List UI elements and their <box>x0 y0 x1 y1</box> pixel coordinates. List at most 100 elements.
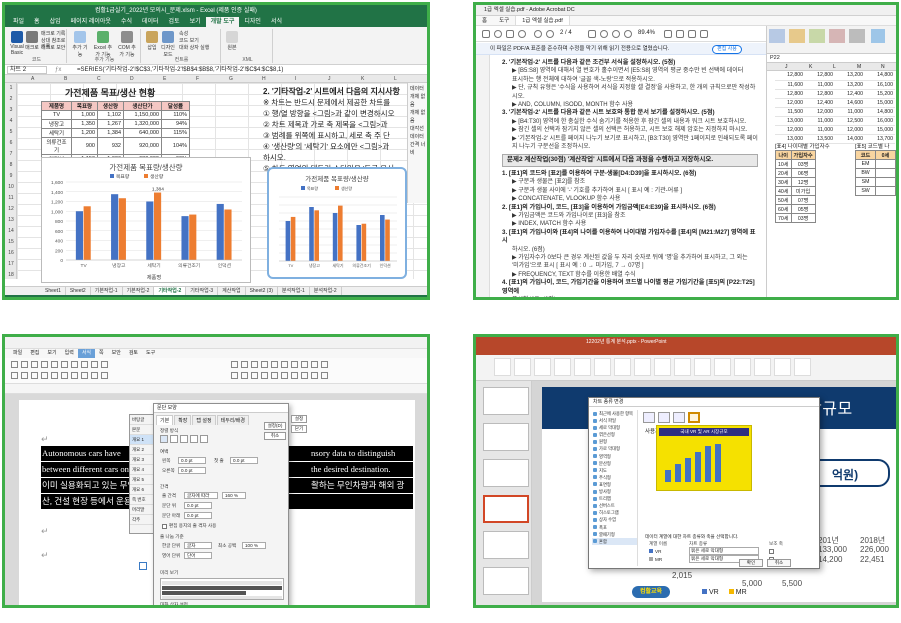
cell-style-icon[interactable] <box>789 29 805 43</box>
table-cell[interactable]: 30세 <box>775 177 792 187</box>
ok-button[interactable]: 확인 <box>739 559 763 567</box>
toolbar-icon[interactable] <box>21 361 28 368</box>
toolbar-icon[interactable] <box>281 372 288 379</box>
table-cell[interactable]: 15,000 <box>865 125 895 135</box>
column-header[interactable]: L <box>394 75 397 83</box>
toolbar-icon[interactable] <box>81 372 88 379</box>
chart-type-item[interactable]: 표면형 <box>592 481 637 488</box>
dialog-tab[interactable]: 확장 <box>174 415 192 425</box>
table-cell[interactable] <box>875 177 896 187</box>
chart-style-thumb[interactable] <box>674 358 691 376</box>
page-indicator[interactable]: 2 / 4 <box>560 30 572 36</box>
toolbar-icon[interactable] <box>11 361 18 368</box>
table-cell[interactable]: 12명 <box>790 177 816 187</box>
row-header[interactable]: 13 <box>5 217 17 223</box>
custom-combo-icon[interactable] <box>688 412 700 423</box>
combo-3-icon[interactable] <box>673 412 685 423</box>
dialog-cancel-button[interactable]: 취소 <box>264 432 286 440</box>
toolbar-icon[interactable] <box>241 372 248 379</box>
table-cell[interactable]: 13,200 <box>835 71 865 81</box>
table-cell[interactable]: 12,800 <box>805 71 835 81</box>
column-header[interactable]: G <box>229 75 233 83</box>
side-pane-item[interactable]: 간격 너비 <box>410 141 427 157</box>
bar-목표량-TV[interactable] <box>285 221 291 261</box>
bar-생산량-의류건조기[interactable] <box>361 223 367 261</box>
right-margin-input[interactable]: 0.0 pt <box>178 467 206 474</box>
table-cell[interactable]: 12,000 <box>805 107 835 117</box>
toolbar-icon[interactable] <box>21 372 28 379</box>
tab-10[interactable]: 서식 <box>266 17 287 27</box>
word-tab[interactable]: 도구 <box>142 349 159 358</box>
table-cell[interactable]: SM <box>855 177 876 187</box>
style-item[interactable]: 개요 5 <box>130 475 154 485</box>
table-cell[interactable]: 11,000 <box>805 80 835 90</box>
table-header-cell[interactable]: 가입자수 <box>790 150 816 160</box>
chart-style-thumb[interactable] <box>514 358 531 376</box>
name-box[interactable]: 차트 2 <box>7 66 47 74</box>
row-header[interactable]: 2 <box>5 96 17 102</box>
min-space-input[interactable]: 100 % <box>242 542 266 549</box>
table-cell[interactable]: 920,000 <box>123 137 162 155</box>
chart-style-thumb[interactable] <box>714 358 731 376</box>
left-margin-input[interactable]: 0.0 pt <box>178 457 206 464</box>
main-chart[interactable]: 가전제품 목표량/생산량 0 200 400 600 800 1,000 1,200 1,40… <box>41 157 251 283</box>
tab-4[interactable]: 수식 <box>116 17 137 27</box>
toolbar-icon[interactable] <box>311 372 318 379</box>
dialog-run-button[interactable]: 대화 상자 실행 <box>179 45 209 51</box>
insert-icon[interactable] <box>809 29 825 43</box>
table-cell[interactable]: 50세 <box>775 195 792 205</box>
bar-목표량-세탁기[interactable] <box>332 213 338 261</box>
dialog-tab[interactable]: 탭 설정 <box>192 415 216 425</box>
table-cell[interactable]: SW <box>855 186 876 196</box>
table-cell[interactable]: 1,350 <box>71 119 98 129</box>
column-header[interactable]: M <box>427 75 430 83</box>
row-header[interactable]: 18 <box>5 272 17 278</box>
align-justify-icon[interactable] <box>160 435 168 443</box>
chart-style-thumb[interactable] <box>654 358 671 376</box>
table-cell[interactable]: 13,000 <box>775 116 805 126</box>
search-icon[interactable] <box>518 30 526 38</box>
cancel-button[interactable]: 취소 <box>767 559 791 567</box>
table-cell[interactable] <box>875 168 896 178</box>
formula-input[interactable]: =SERIES('기타작업-2'!$C$3,'기타작업-2'!$B$4:$B$8… <box>77 65 283 75</box>
toolbar-icon[interactable] <box>31 361 38 368</box>
side-pane-item[interactable]: 데이터 <box>410 85 427 93</box>
table-cell[interactable]: 03명 <box>790 213 816 223</box>
column-header[interactable]: J <box>328 75 331 83</box>
row-header[interactable]: 17 <box>5 261 17 267</box>
table-cell[interactable]: 12,400 <box>835 89 865 99</box>
table-cell[interactable]: 냉장고 <box>41 119 72 129</box>
column-header[interactable]: K <box>809 63 812 71</box>
table-header-cell[interactable]: 달성률 <box>161 101 190 111</box>
bar-목표량-인덕션[interactable] <box>380 215 385 261</box>
table-cell[interactable]: EM <box>855 159 876 169</box>
table-cell[interactable]: 12,500 <box>835 116 865 126</box>
toolbar-icon[interactable] <box>301 372 308 379</box>
toolbar-icon[interactable] <box>321 372 328 379</box>
slide-thumbnail[interactable] <box>483 423 529 451</box>
tab-2[interactable]: 삽입 <box>45 17 66 27</box>
table-cell[interactable]: 미가입 <box>790 186 816 196</box>
table-cell[interactable]: 11,000 <box>835 107 865 117</box>
chart-style-thumb[interactable] <box>794 358 811 376</box>
table-cell[interactable]: TV <box>41 110 72 120</box>
bar-목표량-냉장고[interactable] <box>111 194 119 260</box>
comment-icon[interactable] <box>676 30 684 38</box>
chart-style-thumb[interactable] <box>634 358 651 376</box>
table-cell[interactable]: 12,800 <box>775 89 805 99</box>
toolbar-icon[interactable] <box>321 361 328 368</box>
chart-style-thumb[interactable] <box>494 358 511 376</box>
align-distribute-icon[interactable] <box>200 435 208 443</box>
row-header[interactable]: 1 <box>5 85 17 91</box>
zoom-in-icon[interactable] <box>624 30 632 38</box>
bar-생산량-인덕션[interactable] <box>224 209 232 260</box>
add-icon[interactable] <box>139 562 147 570</box>
sheet-tab[interactable]: 기타작업-3 <box>186 287 219 295</box>
table-icon[interactable] <box>769 29 785 43</box>
table-cell[interactable]: 15,000 <box>865 98 895 108</box>
save-dialog-setting[interactable]: 대화 상자 설정 <box>160 602 188 605</box>
slide-thumbnail[interactable] <box>483 387 529 415</box>
table-cell[interactable]: 16,100 <box>865 80 895 90</box>
chart-type-item[interactable]: 꺾은선형 <box>592 431 637 438</box>
row-header[interactable]: 3 <box>5 107 17 113</box>
